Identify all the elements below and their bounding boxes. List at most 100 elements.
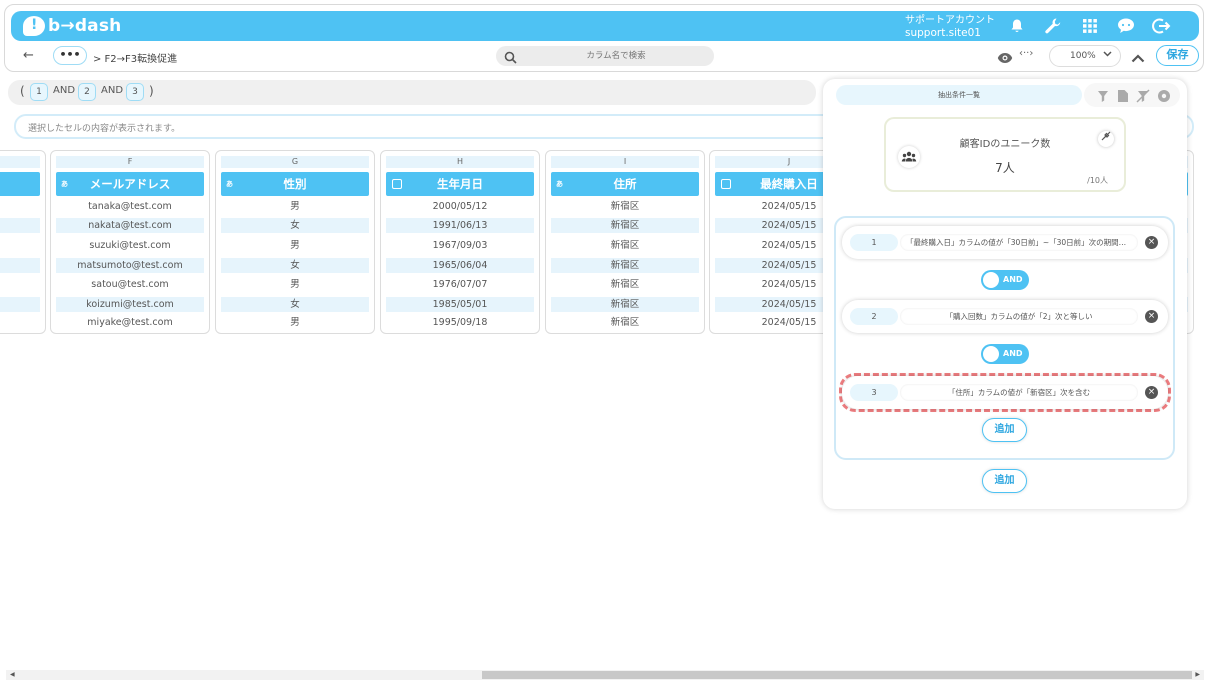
eye-icon[interactable] <box>997 49 1013 68</box>
account-label: サポートアカウント <box>905 15 995 26</box>
unique-count-total: /10人 <box>1087 176 1108 185</box>
scroll-right-icon[interactable]: ▶ <box>1195 670 1200 680</box>
grid-cell[interactable]: suzuki@test.com <box>56 238 204 253</box>
zoom-value: 100% <box>1070 51 1096 61</box>
grid-cell[interactable]: 新宿区 <box>551 297 699 312</box>
grid-cell[interactable]: matsumoto@test.com <box>56 258 204 273</box>
condition-chip-3[interactable]: 3 <box>126 83 144 101</box>
settings-icon[interactable] <box>1157 88 1171 107</box>
add-group-button[interactable]: 追加 <box>982 469 1027 493</box>
document-icon[interactable] <box>1117 88 1129 107</box>
wrench-icon[interactable] <box>1043 16 1063 36</box>
grid-cell[interactable]: 男 <box>221 315 369 330</box>
column-header[interactable]: あ メールアドレス <box>56 172 204 196</box>
grid-cell[interactable] <box>0 199 40 214</box>
condition-chip-1[interactable]: 1 <box>30 83 48 101</box>
grid-cell[interactable]: satou@test.com <box>56 277 204 292</box>
grid-cell[interactable]: 女 <box>221 297 369 312</box>
and-toggle[interactable]: AND <box>981 270 1029 290</box>
condition-number: 1 <box>850 234 898 251</box>
grid-cell[interactable] <box>0 277 40 292</box>
remove-condition-icon[interactable]: × <box>1145 386 1158 399</box>
column-header[interactable]: 生年月日 <box>386 172 534 196</box>
more-button[interactable]: ••• <box>53 46 87 65</box>
grid-column: H 生年月日 2000/05/12 1991/06/13 1967/09/03 1965/… <box>380 150 540 334</box>
sub-toolbar: ← ••• > F2→F3転換促進 ‹··› 100% 保存 <box>11 44 1199 70</box>
scrollbar-thumb[interactable] <box>482 671 1192 679</box>
text-type-icon: あ <box>556 180 563 188</box>
grid-cell[interactable]: 男 <box>221 238 369 253</box>
grid-cell[interactable]: 1965/06/04 <box>386 258 534 273</box>
chat-icon[interactable] <box>1116 16 1136 36</box>
zoom-select[interactable]: 100% <box>1049 45 1121 67</box>
column-letter[interactable]: H <box>386 156 534 168</box>
hide-filter-icon[interactable] <box>1136 88 1150 107</box>
and-toggle[interactable]: AND <box>981 344 1029 364</box>
grid-cell[interactable]: miyake@test.com <box>56 315 204 330</box>
grid-cell[interactable]: 女 <box>221 218 369 233</box>
condition-row[interactable]: 3 「住所」カラムの値が「新宿区」次を含む × <box>842 376 1168 409</box>
grid-cell[interactable] <box>0 297 40 312</box>
condition-number: 3 <box>850 384 898 401</box>
grid-cell[interactable]: 1985/05/01 <box>386 297 534 312</box>
column-header-label: 生年月日 <box>437 177 483 191</box>
horizontal-scrollbar[interactable]: ◀ ▶ <box>6 670 1204 680</box>
grid-cell[interactable]: 男 <box>221 199 369 214</box>
column-search[interactable] <box>496 46 714 66</box>
column-header[interactable]: あ 性別 <box>221 172 369 196</box>
column-letter[interactable]: I <box>551 156 699 168</box>
grid-cell[interactable] <box>0 258 40 273</box>
column-search-input[interactable] <box>526 46 706 66</box>
grid-cell[interactable] <box>0 218 40 233</box>
grid-cell[interactable]: 新宿区 <box>551 238 699 253</box>
tab-condition-list[interactable]: 抽出条件一覧 <box>836 85 1082 105</box>
scroll-left-icon[interactable]: ◀ <box>10 670 15 680</box>
grid-cell[interactable]: 2000/05/12 <box>386 199 534 214</box>
condition-row[interactable]: 1 「最終購入日」カラムの値が「30日前」~「30日前」次の期間に... × <box>842 226 1168 259</box>
remove-condition-icon[interactable]: × <box>1145 236 1158 249</box>
condition-text[interactable]: 「購入回数」カラムの値が「2」次と等しい <box>900 308 1138 325</box>
grid-icon[interactable] <box>1080 16 1100 36</box>
grid-cell[interactable]: koizumi@test.com <box>56 297 204 312</box>
account-info[interactable]: サポートアカウント support.site01 <box>905 14 995 40</box>
grid-cell[interactable]: 男 <box>221 277 369 292</box>
back-arrow-icon[interactable]: ← <box>23 48 34 63</box>
grid-cell[interactable]: nakata@test.com <box>56 218 204 233</box>
grid-cell[interactable]: 新宿区 <box>551 277 699 292</box>
and-label: AND <box>101 85 124 96</box>
grid-cell[interactable]: 新宿区 <box>551 258 699 273</box>
grid-cell[interactable] <box>0 238 40 253</box>
grid-cell[interactable]: 1995/09/18 <box>386 315 534 330</box>
grid-cell[interactable]: 新宿区 <box>551 199 699 214</box>
condition-row[interactable]: 2 「購入回数」カラムの値が「2」次と等しい × <box>842 300 1168 333</box>
logout-icon[interactable] <box>1152 16 1172 36</box>
grid-cell[interactable]: 1967/09/03 <box>386 238 534 253</box>
column-header-label: 性別 <box>283 177 307 191</box>
grid-cell[interactable]: 新宿区 <box>551 218 699 233</box>
text-type-icon: あ <box>226 180 233 188</box>
unique-count-value: 7人 <box>995 161 1015 175</box>
condition-text[interactable]: 「最終購入日」カラムの値が「30日前」~「30日前」次の期間に... <box>900 234 1138 251</box>
grid-cell[interactable]: 新宿区 <box>551 315 699 330</box>
column-letter[interactable]: G <box>221 156 369 168</box>
save-button[interactable]: 保存 <box>1156 45 1199 66</box>
grid-cell[interactable]: tanaka@test.com <box>56 199 204 214</box>
column-header[interactable]: あ 住所 <box>551 172 699 196</box>
column-header[interactable] <box>0 172 40 196</box>
grid-cell[interactable]: 1976/07/07 <box>386 277 534 292</box>
remove-condition-icon[interactable]: × <box>1145 310 1158 323</box>
column-letter[interactable]: F <box>56 156 204 168</box>
breadcrumb[interactable]: > F2→F3転換促進 <box>93 50 177 65</box>
condition-chip-2[interactable]: 2 <box>78 83 96 101</box>
unpin-icon[interactable] <box>1098 131 1114 147</box>
bell-icon[interactable] <box>1007 16 1027 36</box>
resize-arrows-icon[interactable]: ‹··› <box>1019 48 1033 59</box>
grid-cell[interactable]: 女 <box>221 258 369 273</box>
grid-cell[interactable]: 1991/06/13 <box>386 218 534 233</box>
logo[interactable]: b→dash <box>23 15 121 37</box>
grid-cell[interactable] <box>0 315 40 330</box>
condition-text[interactable]: 「住所」カラムの値が「新宿区」次を含む <box>900 384 1138 401</box>
filter-icon[interactable] <box>1096 88 1110 107</box>
chevron-up-icon[interactable] <box>1131 48 1145 67</box>
add-condition-button[interactable]: 追加 <box>982 418 1027 442</box>
